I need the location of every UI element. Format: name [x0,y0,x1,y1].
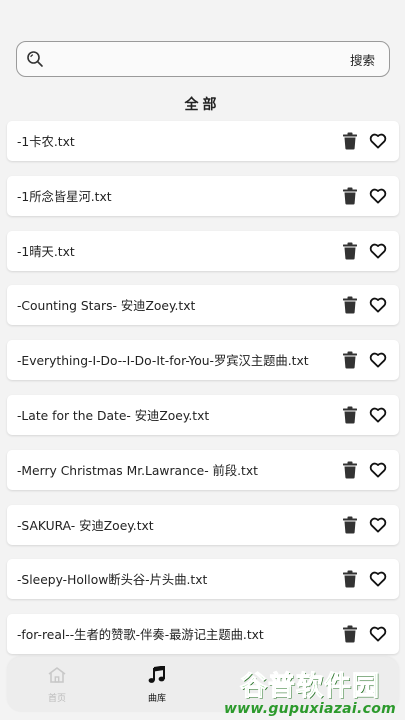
song-actions [341,187,387,205]
song-title: -Merry Christmas Mr.Lawrance- 前段.txt [17,463,258,478]
song-title: -for-real--生者的赞歌-伴奏-最游记主题曲.txt [17,628,264,643]
trash-icon[interactable] [341,351,359,369]
watermark-title: 谷普软件园 [240,670,380,702]
heart-icon[interactable] [369,242,387,260]
tab-home-label: 首页 [47,693,66,704]
trash-icon[interactable] [341,187,359,205]
song-actions [341,570,387,588]
heart-icon[interactable] [369,132,387,150]
search-button[interactable]: 搜索 [350,50,375,69]
song-title: -1卡农.txt [17,135,75,149]
song-actions [341,296,387,314]
music-note-icon [147,664,167,688]
watermark-url: www.gupuxiazai.com [223,700,397,717]
song-row[interactable]: -Sleepy-Hollow断头谷-片头曲.txt [7,559,399,600]
trash-icon[interactable] [341,625,359,643]
song-title: -Counting Stars- 安迪Zoey.txt [17,299,196,314]
section-title: 全部 [184,97,221,113]
search-bar[interactable]: 搜索 [16,41,390,77]
heart-icon[interactable] [369,625,387,643]
song-title: -Late for the Date- 安迪Zoey.txt [17,408,210,423]
song-row[interactable]: -1卡农.txt [7,121,399,161]
trash-icon[interactable] [341,296,359,314]
song-title: -SAKURA- 安迪Zoey.txt [17,518,154,533]
heart-icon[interactable] [369,570,387,588]
search-icon [25,49,45,69]
heart-icon[interactable] [369,516,387,534]
song-actions [341,516,387,534]
song-row[interactable]: -Late for the Date- 安迪Zoey.txt [7,394,399,435]
trash-icon[interactable] [341,516,359,534]
song-title: -Sleepy-Hollow断头谷-片头曲.txt [17,573,208,588]
tab-library-label: 曲库 [147,693,166,704]
song-actions [341,242,387,260]
watermark: 谷普软件园 www.gupuxiazai.com [215,660,405,720]
search-input[interactable] [51,42,350,76]
trash-icon[interactable] [341,461,359,479]
song-row[interactable]: -Merry Christmas Mr.Lawrance- 前段.txt [7,449,399,490]
song-title: -1所念皆星河.txt [17,189,112,204]
song-actions [341,406,387,424]
song-row[interactable]: -for-real--生者的赞歌-伴奏-最游记主题曲.txt [7,614,399,655]
tab-library[interactable]: 曲库 [107,657,207,712]
heart-icon[interactable] [369,296,387,314]
heart-icon[interactable] [369,351,387,369]
song-actions [341,132,387,150]
home-icon [47,666,67,688]
heart-icon[interactable] [369,187,387,205]
song-list: -1卡农.txt -1所念皆星河.txt -1晴天.txt -Counting Sta… [7,121,399,669]
song-row[interactable]: -1晴天.txt [7,230,399,271]
song-row[interactable]: -Counting Stars- 安迪Zoey.txt [7,285,399,326]
heart-icon[interactable] [369,461,387,479]
trash-icon[interactable] [341,570,359,588]
song-actions [341,625,387,643]
trash-icon[interactable] [341,242,359,260]
song-row[interactable]: -1所念皆星河.txt [7,175,399,216]
song-actions [341,351,387,369]
song-title: -Everything-I-Do--I-Do-It-for-You-罗宾汉主题曲… [17,354,309,369]
trash-icon[interactable] [341,406,359,424]
tab-home[interactable]: 首页 [7,657,107,712]
song-actions [341,461,387,479]
trash-icon[interactable] [341,132,359,150]
song-row[interactable]: -Everything-I-Do--I-Do-It-for-You-罗宾汉主题曲… [7,340,399,381]
heart-icon[interactable] [369,406,387,424]
song-row[interactable]: -SAKURA- 安迪Zoey.txt [7,504,399,545]
song-title: -1晴天.txt [17,244,75,259]
